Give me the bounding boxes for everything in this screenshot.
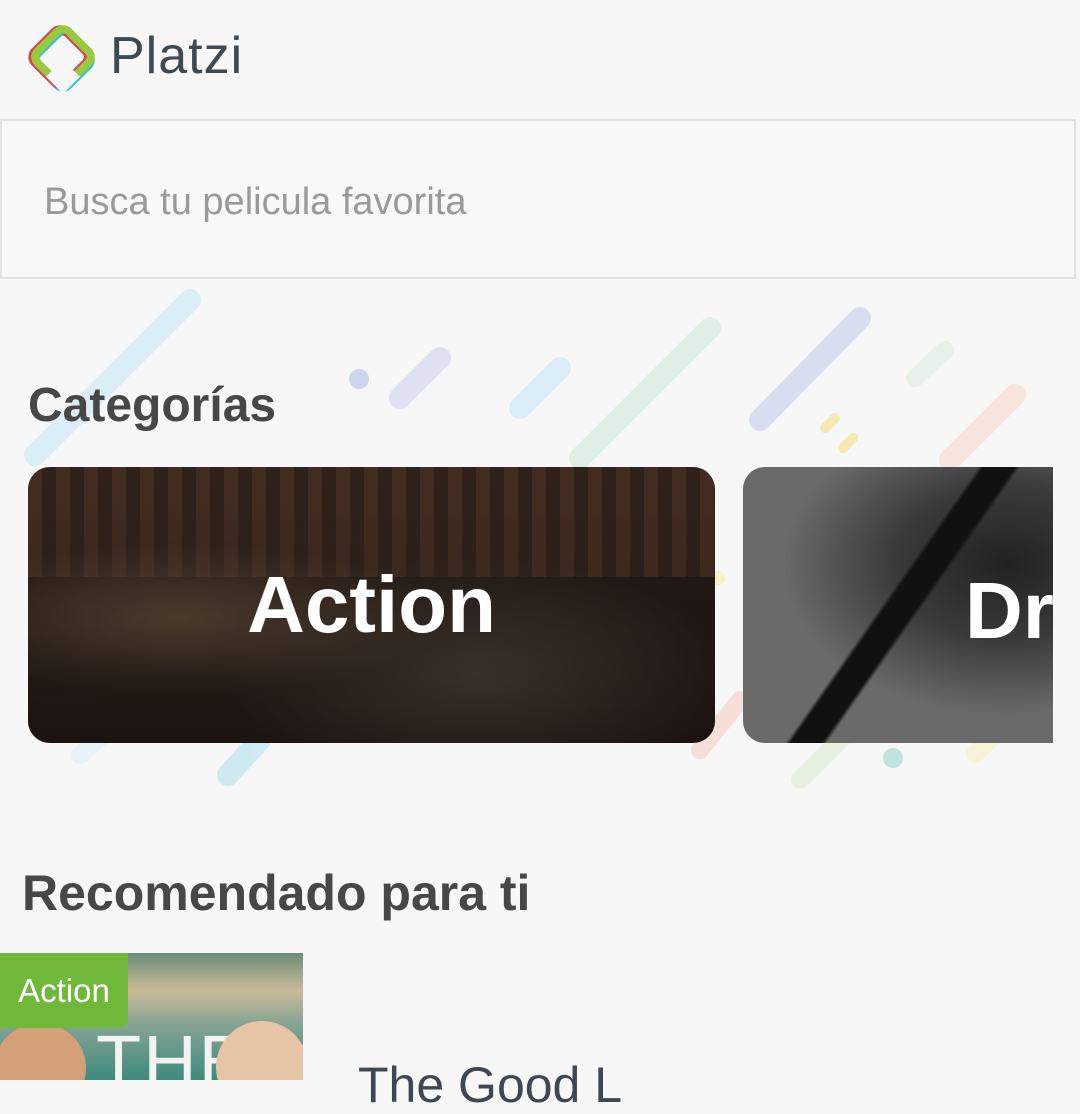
brand-name: Platzi bbox=[110, 27, 244, 85]
categories-title: Categorías bbox=[28, 379, 277, 432]
recommended-title: Recomendado para ti bbox=[22, 865, 531, 921]
category-label: Action bbox=[247, 560, 496, 649]
poster-figure bbox=[0, 1023, 86, 1080]
category-card-drama[interactable]: Drama bbox=[743, 467, 1053, 743]
categories-carousel[interactable]: Action Drama bbox=[0, 467, 1053, 743]
search-bar bbox=[0, 119, 1076, 279]
search-input[interactable] bbox=[42, 173, 1006, 231]
category-label: Drama bbox=[965, 566, 1053, 655]
category-card-action[interactable]: Action bbox=[28, 467, 715, 743]
genre-badge: Action bbox=[0, 953, 128, 1028]
movie-title[interactable]: The Good L bbox=[358, 1056, 622, 1114]
platzi-logo-icon[interactable] bbox=[28, 22, 98, 92]
app-header: Platzi bbox=[0, 0, 1080, 118]
